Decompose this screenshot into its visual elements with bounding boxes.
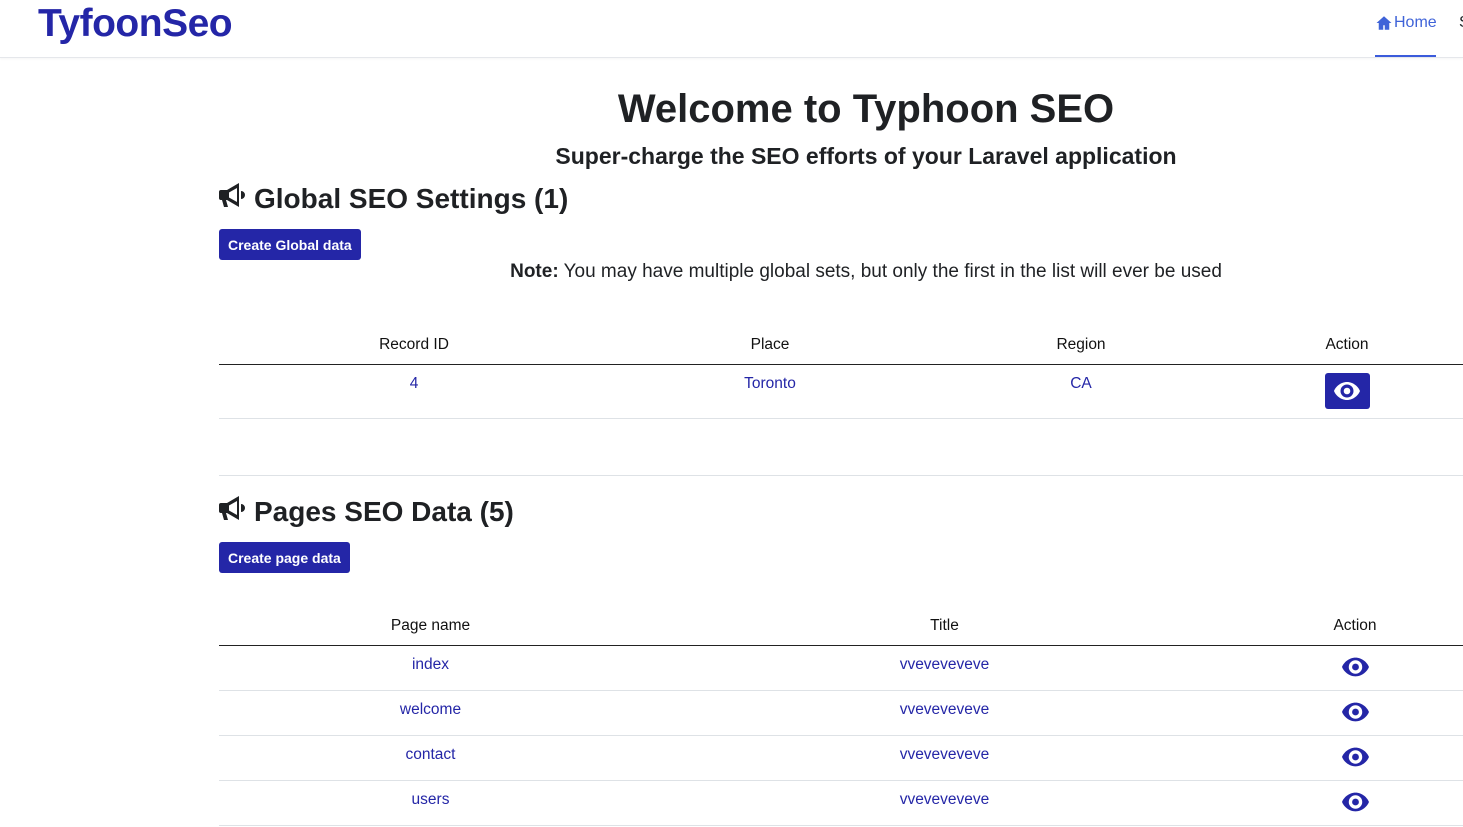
global-seo-heading: Global SEO Settings (1) <box>219 182 568 216</box>
note-label: Note: <box>510 261 559 282</box>
page-subtitle: Super-charge the SEO efforts of your Lar… <box>555 143 1177 169</box>
page-title-link[interactable]: vveveveveve <box>900 746 990 763</box>
section-divider <box>219 475 1463 476</box>
note-text: You may have multiple global sets, but o… <box>558 261 1222 282</box>
column-header-action: Action <box>1231 326 1463 365</box>
global-note: Note: You may have multiple global sets,… <box>219 260 1463 284</box>
column-header-action: Action <box>1247 607 1463 646</box>
navbar: TyfoonSeo Home S <box>0 0 1463 58</box>
record-id-link[interactable]: 4 <box>410 375 419 392</box>
column-header-page-name: Page name <box>219 607 642 646</box>
column-header-region: Region <box>931 326 1231 365</box>
page-title-link[interactable]: vveveveveve <box>900 791 990 808</box>
page-name-link[interactable]: index <box>412 656 449 673</box>
bullhorn-icon <box>219 495 254 529</box>
create-global-data-button[interactable]: Create Global data <box>219 229 361 260</box>
view-page-button[interactable] <box>1341 702 1370 727</box>
region-link[interactable]: CA <box>1070 375 1092 392</box>
pages-seo-heading: Pages SEO Data (5) <box>219 495 514 529</box>
column-header-title: Title <box>642 607 1247 646</box>
eye-icon <box>1341 702 1369 721</box>
view-page-button[interactable] <box>1341 657 1370 682</box>
table-row: index vveveveveve <box>219 645 1463 691</box>
nav-home-link[interactable]: Home <box>1375 0 1437 57</box>
page-title-link[interactable]: vveveveveve <box>900 656 990 673</box>
place-link[interactable]: Toronto <box>744 375 796 392</box>
table-row: contact vveveveveve <box>219 735 1463 781</box>
pages-seo-table: Page name Title Action index vveveveveve… <box>219 607 1463 826</box>
table-row: 4 Toronto CA <box>219 364 1463 419</box>
pages-seo-heading-text: Pages SEO Data (5) <box>254 496 514 527</box>
page-title: Welcome to Typhoon SEO <box>617 87 1115 131</box>
eye-icon <box>1341 657 1369 676</box>
view-page-button[interactable] <box>1341 747 1370 772</box>
view-global-button[interactable] <box>1324 372 1370 409</box>
page-name-link[interactable]: contact <box>406 746 456 763</box>
nav-home-label: Home <box>1394 14 1437 31</box>
page-name-link[interactable]: welcome <box>400 701 461 718</box>
table-row: welcome vveveveveve <box>219 690 1463 736</box>
eye-icon <box>1334 381 1360 400</box>
nav-item-cut[interactable]: S <box>1459 14 1463 32</box>
brand-logo[interactable]: TyfoonSeo <box>38 2 233 46</box>
global-seo-heading-text: Global SEO Settings (1) <box>254 183 569 214</box>
eye-icon <box>1341 747 1369 766</box>
column-header-place: Place <box>609 326 931 365</box>
view-page-button[interactable] <box>1341 792 1370 817</box>
table-row: users vveveveveve <box>219 780 1463 826</box>
column-header-record-id: Record ID <box>219 326 609 365</box>
page-title-link[interactable]: vveveveveve <box>900 701 990 718</box>
global-seo-table: Record ID Place Region Action 4 Toronto … <box>219 326 1463 419</box>
bullhorn-icon <box>219 182 254 216</box>
create-page-data-button[interactable]: Create page data <box>219 542 350 573</box>
home-icon <box>1375 14 1394 37</box>
page-name-link[interactable]: users <box>412 791 450 808</box>
eye-icon <box>1341 792 1369 811</box>
